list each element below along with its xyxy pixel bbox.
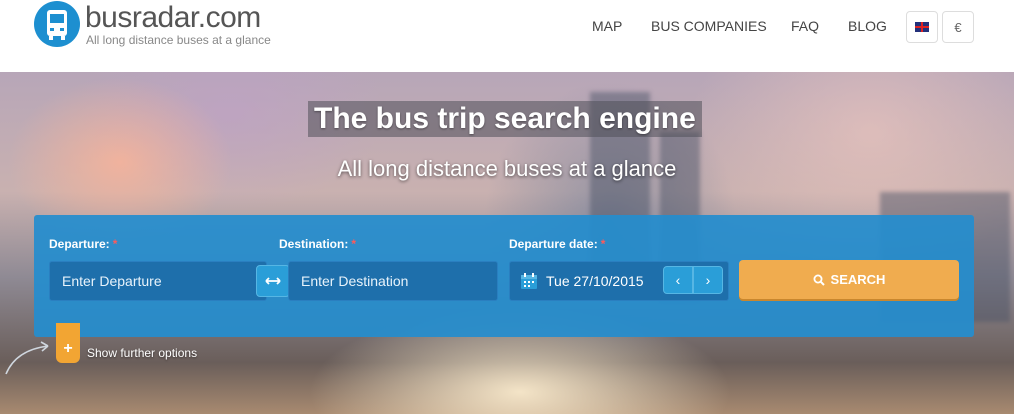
departure-input[interactable]: Enter Departure — [49, 261, 267, 301]
currency-button[interactable]: € — [942, 11, 974, 43]
destination-input[interactable]: Enter Destination — [288, 261, 498, 301]
date-label: Departure date: * — [509, 237, 606, 251]
bus-logo-icon[interactable] — [34, 1, 80, 47]
swap-button[interactable] — [256, 265, 290, 297]
language-button[interactable] — [906, 11, 938, 43]
next-day-button[interactable]: › — [693, 266, 723, 294]
search-icon — [813, 274, 825, 286]
departure-label: Departure: * — [49, 237, 118, 251]
brand-tagline: All long distance buses at a glance — [86, 33, 271, 47]
page-title: The bus trip search engine — [308, 101, 702, 137]
destination-label: Destination: * — [279, 237, 357, 251]
calendar-icon — [521, 273, 537, 289]
nav-faq[interactable]: FAQ — [791, 18, 819, 34]
further-options-link[interactable]: Show further options — [87, 346, 197, 360]
previous-day-button[interactable]: ‹ — [663, 266, 693, 294]
search-button[interactable]: SEARCH — [739, 260, 959, 299]
brand-name[interactable]: busradar.com — [85, 2, 261, 34]
nav-bus-companies[interactable]: BUS COMPANIES — [651, 18, 767, 34]
uk-flag-icon — [915, 22, 929, 32]
swap-arrows-icon — [265, 277, 281, 285]
page-subtitle: All long distance buses at a glance — [337, 156, 677, 181]
search-button-label: SEARCH — [830, 272, 886, 287]
search-form: Departure: * Destination: * Departure date… — [34, 215, 974, 337]
hero-section: The bus trip search engine All long dist… — [0, 72, 1014, 414]
nav-map[interactable]: MAP — [592, 18, 622, 34]
curved-arrow-icon — [5, 341, 49, 375]
site-header: busradar.com All long distance buses at … — [0, 0, 1014, 72]
nav-blog[interactable]: BLOG — [848, 18, 887, 34]
further-options-toggle[interactable]: + — [56, 323, 80, 363]
date-value: Tue 27/10/2015 — [546, 273, 644, 289]
